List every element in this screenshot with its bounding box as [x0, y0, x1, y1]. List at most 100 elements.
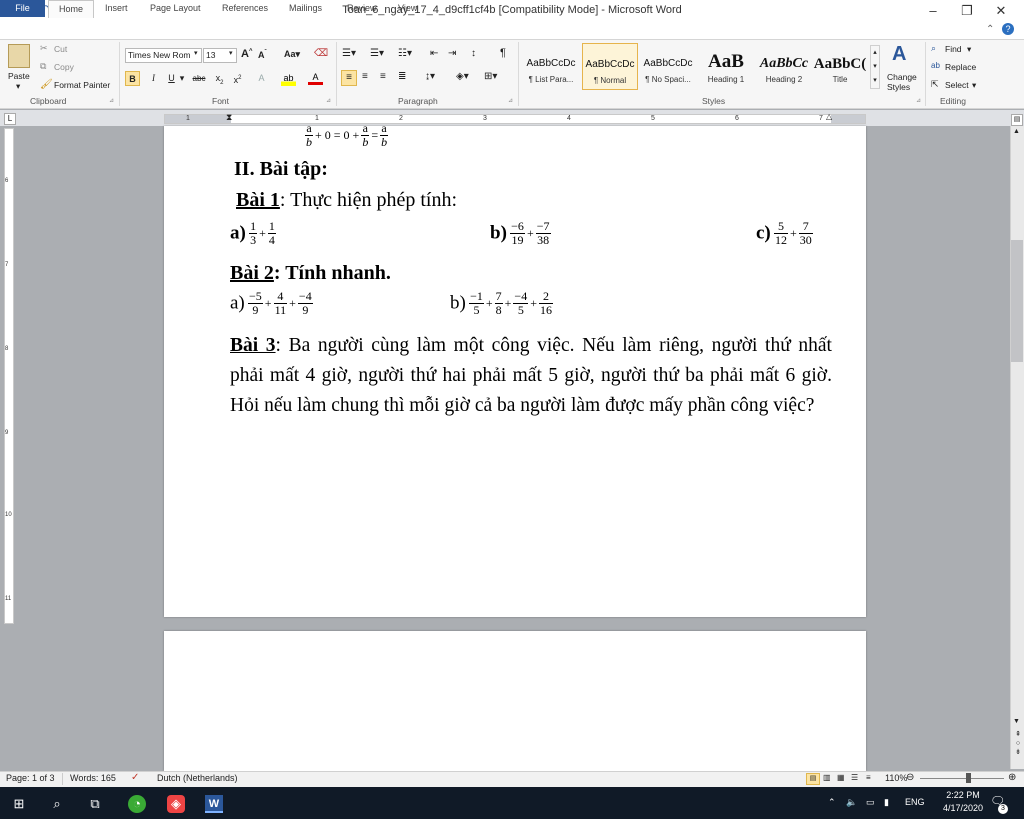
word-taskbar-icon[interactable]: W — [205, 795, 223, 813]
minimize-button[interactable]: – — [916, 0, 950, 22]
subscript-button[interactable]: x2 — [212, 71, 227, 86]
battery-icon[interactable]: ▮ — [884, 797, 889, 808]
copy-icon[interactable]: ⧉ — [40, 61, 46, 72]
line-spacing-icon[interactable]: ↨▾ — [425, 71, 435, 82]
zoom-slider-track[interactable] — [920, 778, 1004, 779]
right-indent-marker-icon[interactable]: △ — [826, 112, 832, 121]
cut-icon[interactable]: ✂ — [40, 43, 48, 54]
align-right-button[interactable]: ≡ — [380, 71, 386, 82]
indent-marker-icon[interactable]: ⧗ — [226, 112, 232, 123]
zoom-out-icon[interactable]: ⊖ — [906, 772, 914, 783]
app-icon[interactable]: ◔ — [128, 795, 146, 813]
proofing-icon[interactable]: ✓ — [131, 772, 139, 783]
tab-selector-icon[interactable]: L — [4, 113, 16, 125]
change-styles-button-2[interactable]: Styles — [887, 82, 910, 92]
zoom-in-icon[interactable]: ⊕ — [1008, 772, 1016, 783]
style-no-spacing[interactable]: AaBbCcDc ¶ No Spaci... — [640, 43, 696, 90]
full-screen-reading-icon[interactable]: ▥ — [823, 773, 831, 782]
scroll-down-icon[interactable]: ▼ — [1013, 718, 1020, 725]
select-dropdown-icon[interactable]: ▾ — [972, 80, 976, 91]
page-count[interactable]: Page: 1 of 3 — [6, 773, 55, 783]
font-name-box[interactable]: Times New Rom — [125, 48, 202, 63]
sort-icon[interactable]: ↕ — [471, 48, 476, 59]
underline-button[interactable]: U — [164, 71, 179, 86]
change-case-icon[interactable]: Aa▾ — [284, 49, 300, 60]
browse-buttons[interactable]: ⇞ ○ ⇟ — [1013, 730, 1023, 757]
scrollbar-thumb[interactable] — [1011, 240, 1023, 362]
font-launcher-icon[interactable]: ⊿ — [326, 97, 331, 104]
paste-dropdown-icon[interactable]: ▾ — [16, 81, 20, 92]
text-effects-icon[interactable]: A — [254, 71, 269, 86]
clipboard-launcher-icon[interactable]: ⊿ — [109, 97, 114, 104]
styles-launcher-icon[interactable]: ⊿ — [916, 97, 921, 104]
style-title[interactable]: AaBbC( Title — [812, 43, 868, 90]
tab-references[interactable]: References — [222, 0, 268, 17]
show-hide-icon[interactable]: ¶ — [500, 47, 506, 59]
draft-view-icon[interactable]: ≡ — [866, 773, 871, 782]
justify-button[interactable]: ≣ — [398, 71, 406, 82]
highlight-color-icon[interactable]: ab — [281, 71, 296, 86]
help-icon[interactable]: ? — [1002, 23, 1014, 35]
close-button[interactable]: ✕ — [984, 0, 1018, 22]
document-page-2[interactable] — [164, 631, 866, 771]
input-language[interactable]: ENG — [905, 797, 925, 807]
decrease-indent-icon[interactable]: ⇤ — [430, 48, 438, 59]
styles-scroll[interactable]: ▴ ▾ ▾ — [870, 45, 880, 89]
zoom-slider-thumb[interactable] — [966, 773, 971, 783]
replace-button[interactable]: Replace — [945, 62, 976, 72]
font-color-icon[interactable]: A — [308, 71, 323, 85]
tab-review[interactable]: Review — [347, 0, 377, 17]
format-painter-icon[interactable]: 🖌 — [40, 79, 53, 90]
restore-button[interactable]: ❐ — [950, 0, 984, 22]
paste-icon[interactable] — [8, 44, 30, 68]
copy-button[interactable]: Copy — [54, 62, 74, 72]
web-layout-icon[interactable]: ▦ — [837, 773, 845, 782]
tab-home[interactable]: Home — [48, 0, 94, 18]
zoom-level[interactable]: 110% — [885, 773, 907, 783]
find-dropdown-icon[interactable]: ▾ — [967, 44, 971, 55]
grow-font-icon[interactable]: A^ — [241, 48, 252, 60]
font-name-dropdown-icon[interactable]: ▾ — [194, 49, 198, 57]
bold-button[interactable]: B — [125, 71, 140, 86]
horizontal-ruler[interactable] — [164, 114, 866, 124]
style-normal[interactable]: AaBbCcDc ¶ Normal — [582, 43, 638, 90]
cut-button[interactable]: Cut — [54, 44, 67, 54]
change-styles-button[interactable]: Change — [887, 72, 917, 82]
volume-icon[interactable]: 🔈 — [846, 797, 857, 808]
language-indicator[interactable]: Dutch (Netherlands) — [157, 773, 238, 783]
scroll-up-icon[interactable]: ▲ — [1013, 128, 1020, 135]
tray-chevron-icon[interactable]: ⌃ — [828, 797, 836, 808]
tab-page-layout[interactable]: Page Layout — [150, 0, 201, 17]
print-layout-view-icon[interactable]: ▤ — [806, 773, 820, 785]
search-icon[interactable]: ⌕ — [48, 795, 66, 813]
clock-time[interactable]: 2:22 PM — [940, 790, 986, 800]
replace-icon[interactable]: ab — [931, 61, 940, 70]
vertical-ruler[interactable] — [4, 128, 14, 624]
underline-dropdown-icon[interactable]: ▾ — [178, 71, 186, 86]
format-painter-button[interactable]: Format Painter — [54, 80, 110, 90]
align-left-button[interactable]: ≡ — [341, 70, 357, 86]
shrink-font-icon[interactable]: Aˇ — [258, 50, 267, 60]
task-view-icon[interactable]: ⧉ — [86, 795, 104, 813]
outline-view-icon[interactable]: ☰ — [851, 773, 858, 782]
italic-button[interactable]: I — [146, 71, 161, 86]
align-center-button[interactable]: ≡ — [362, 71, 368, 82]
strikethrough-button[interactable]: abc — [190, 71, 208, 86]
numbering-icon[interactable]: ☰▾ — [370, 48, 384, 59]
tab-mailings[interactable]: Mailings — [289, 0, 322, 17]
minimize-ribbon-icon[interactable]: ⌃ — [986, 24, 994, 35]
document-page[interactable]: a b + 0 = 0 + a b = a b II. Bài tập: Bài 1: Thự… — [164, 126, 866, 617]
clear-formatting-icon[interactable]: ⌫ — [314, 48, 328, 59]
tab-view[interactable]: View — [398, 0, 417, 17]
paragraph-launcher-icon[interactable]: ⊿ — [508, 97, 513, 104]
tab-file[interactable]: File — [0, 0, 45, 17]
vertical-scrollbar[interactable] — [1010, 126, 1024, 769]
increase-indent-icon[interactable]: ⇥ — [448, 48, 456, 59]
font-size-dropdown-icon[interactable]: ▾ — [229, 49, 233, 57]
tab-insert[interactable]: Insert — [105, 0, 128, 17]
app-icon-2[interactable]: ◈ — [167, 795, 185, 813]
shading-icon[interactable]: ◈▾ — [456, 71, 469, 82]
multilevel-list-icon[interactable]: ☷▾ — [398, 48, 412, 59]
find-icon[interactable]: ⌕ — [931, 43, 936, 54]
find-button[interactable]: Find — [945, 44, 962, 54]
